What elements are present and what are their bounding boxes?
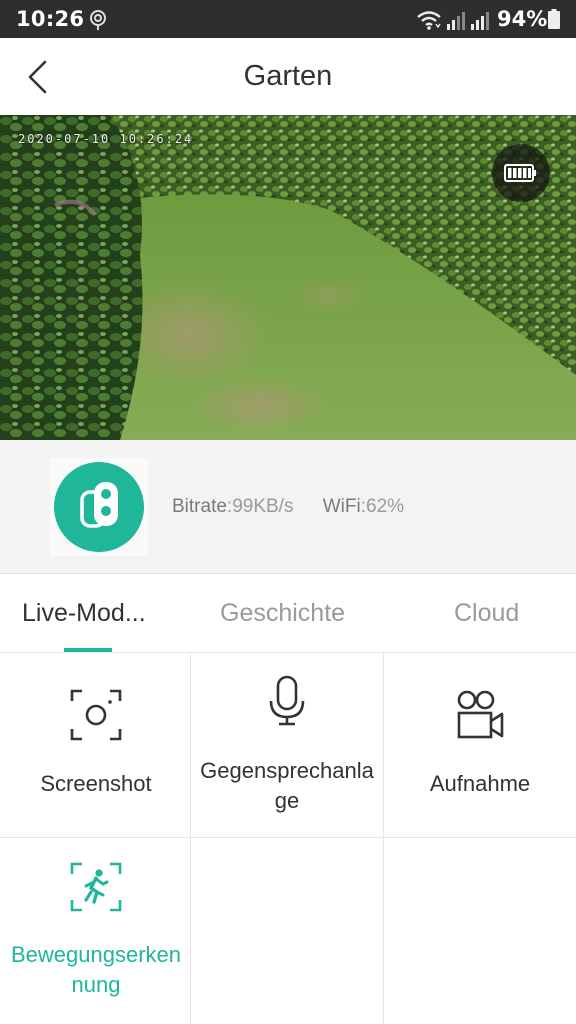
wifi-label: WiFi [322, 496, 361, 517]
battery-percent: 94% [497, 7, 548, 31]
camera-battery-indicator [492, 144, 550, 202]
intercom-button[interactable]: Gegensprechanla ge [191, 653, 383, 838]
wifi-value: :62% [360, 496, 405, 517]
motion-detection-label-line2: nung [71, 972, 121, 997]
record-button[interactable]: Aufnahme [384, 653, 576, 838]
video-record-icon [457, 690, 504, 739]
video-timestamp: 2020-07-10 10:26:24 [18, 132, 194, 146]
location-icon [90, 10, 106, 30]
live-video-feed[interactable]: 2020-07-10 10:26:24 [0, 115, 576, 440]
active-tab-indicator [64, 648, 112, 652]
device-info-panel: Bitrate:99KB/s WiFi:62% [0, 440, 576, 574]
battery-icon [548, 9, 560, 29]
microphone-icon [269, 675, 305, 726]
motion-detection-label-line1: Bewegungserken [10, 942, 181, 967]
action-grid: Screenshot Gegensprechanla ge Aufnahme B… [0, 653, 576, 1024]
stream-stats: Bitrate:99KB/s WiFi:62% [172, 496, 404, 518]
camera-device-icon [80, 482, 118, 528]
motion-detection-icon [70, 862, 122, 912]
tab-cloud[interactable]: Cloud [454, 599, 519, 628]
camera-image [0, 115, 576, 440]
screenshot-icon [70, 689, 122, 741]
tab-live-mode[interactable]: Live-Mod... [22, 599, 146, 628]
camera-battery-icon [504, 164, 536, 182]
status-bar: 10:26 94% [0, 0, 576, 38]
signal-icon [471, 12, 489, 30]
tab-history[interactable]: Geschichte [220, 599, 345, 628]
screenshot-label: Screenshot [40, 771, 152, 796]
record-label: Aufnahme [429, 771, 531, 796]
device-avatar [54, 462, 144, 552]
app-header: Garten [0, 38, 576, 115]
bitrate-value: :99KB/s [226, 496, 294, 517]
tab-bar: Live-Mod... Geschichte Cloud [0, 575, 576, 653]
motion-detection-button[interactable]: Bewegungserken nung [0, 838, 192, 1023]
signal-icon [447, 12, 465, 30]
status-time: 10:26 [16, 7, 85, 31]
bitrate-label: Bitrate [172, 496, 227, 517]
intercom-label-line1: Gegensprechanla [200, 758, 374, 783]
screenshot-button[interactable]: Screenshot [0, 653, 192, 838]
wifi-icon [417, 11, 441, 30]
intercom-label-line2: ge [274, 788, 300, 813]
page-title: Garten [243, 60, 333, 92]
